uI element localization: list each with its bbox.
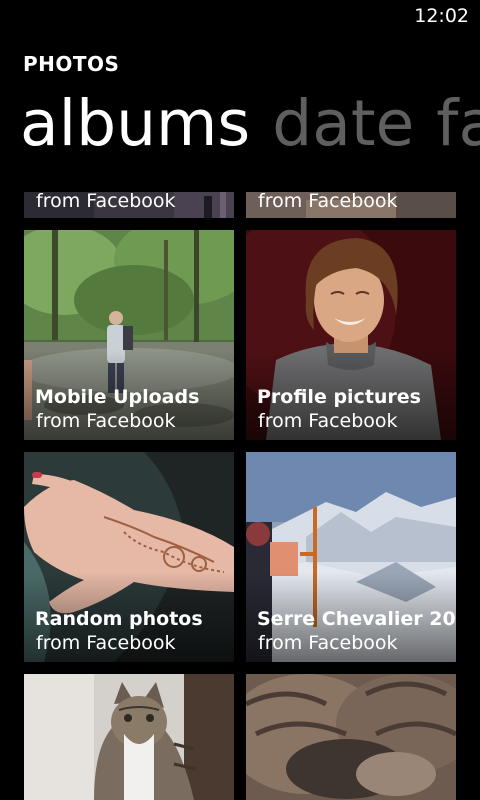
- album-name: Mobile Uploads: [35, 386, 200, 408]
- album-name: Profile pictures: [257, 386, 421, 408]
- album-tile[interactable]: from Facebook: [24, 192, 234, 218]
- album-source: from Facebook: [36, 410, 176, 432]
- album-tile-random-photos[interactable]: Random photos from Facebook: [24, 452, 234, 662]
- pivot-albums[interactable]: albums: [20, 86, 250, 162]
- album-tile-cats[interactable]: [246, 674, 456, 800]
- album-tile-mobile-uploads[interactable]: Mobile Uploads from Facebook: [24, 230, 234, 440]
- album-source: from Facebook: [36, 192, 176, 212]
- album-source: from Facebook: [258, 632, 398, 654]
- album-source: from Facebook: [36, 632, 176, 654]
- album-tile-profile-pictures[interactable]: Profile pictures from Facebook: [246, 230, 456, 440]
- album-source: from Facebook: [258, 192, 398, 212]
- album-name: Random photos: [35, 608, 203, 630]
- app-title: PHOTOS: [23, 52, 120, 76]
- tabby-cat-photo: [24, 674, 234, 800]
- album-tile[interactable]: from Facebook: [246, 192, 456, 218]
- pivot-header: albums date fa: [20, 86, 480, 162]
- pivot-favorites[interactable]: fa: [436, 86, 480, 162]
- album-tile-serre-chevalier-2011[interactable]: Serre Chevalier 2011 from Facebook: [246, 452, 456, 662]
- album-name: Serre Chevalier 2011: [257, 608, 456, 630]
- pivot-date[interactable]: date: [272, 86, 414, 162]
- sleeping-cats-photo: [246, 674, 456, 800]
- album-source: from Facebook: [258, 410, 398, 432]
- album-tile-cat[interactable]: [24, 674, 234, 800]
